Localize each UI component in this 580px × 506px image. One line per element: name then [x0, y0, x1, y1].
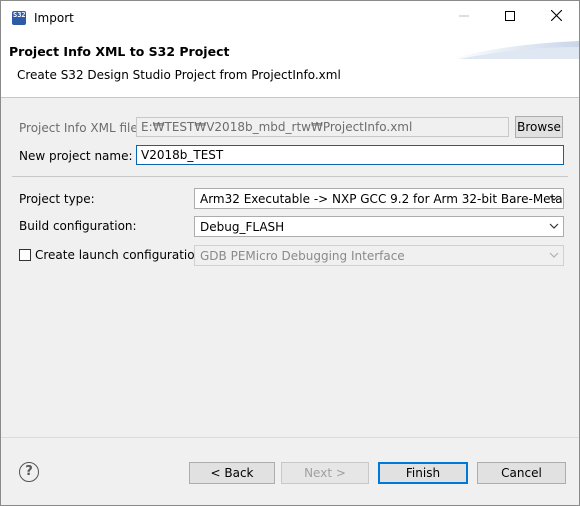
launch-config-checkbox[interactable] — [19, 249, 31, 261]
build-config-value: Debug_FLASH — [200, 220, 285, 234]
page-description: Create S32 Design Studio Project from Pr… — [17, 68, 341, 82]
project-name-label: New project name: — [19, 149, 133, 163]
project-type-label: Project type: — [19, 192, 95, 206]
finish-button[interactable]: Finish — [378, 462, 468, 484]
import-dialog: S32 Import Project Info XML to S32 Proje… — [0, 0, 580, 506]
s32-app-icon: S32 — [12, 11, 26, 25]
close-icon[interactable] — [533, 1, 579, 35]
wizard-header: Project Info XML to S32 Project Create S… — [1, 35, 579, 98]
xml-file-field: E:₩TEST₩V2018b_mbd_rtw₩ProjectInfo.xml — [136, 117, 509, 137]
chevron-down-icon — [549, 252, 559, 258]
cancel-button[interactable]: Cancel — [477, 462, 566, 484]
chevron-down-icon — [549, 223, 559, 229]
build-config-label: Build configuration: — [19, 219, 137, 233]
launch-config-value: GDB PEMicro Debugging Interface — [200, 249, 405, 263]
project-name-input[interactable]: V2018b_TEST — [136, 145, 564, 165]
project-type-select[interactable]: Arm32 Executable -> NXP GCC 9.2 for Arm … — [194, 188, 564, 209]
footer-divider — [1, 437, 579, 438]
next-button: Next > — [281, 462, 369, 484]
minimize-icon[interactable] — [441, 1, 487, 35]
maximize-icon[interactable] — [487, 1, 533, 35]
back-button[interactable]: < Back — [189, 462, 275, 484]
section-divider — [12, 176, 568, 177]
header-banner-graphic — [449, 35, 579, 59]
help-icon[interactable]: ? — [19, 462, 39, 482]
page-title: Project Info XML to S32 Project — [9, 44, 230, 59]
build-config-select[interactable]: Debug_FLASH — [194, 216, 564, 237]
launch-config-select: GDB PEMicro Debugging Interface — [194, 245, 564, 266]
chevron-down-icon — [549, 195, 559, 201]
project-type-value: Arm32 Executable -> NXP GCC 9.2 for Arm … — [200, 192, 564, 206]
browse-button[interactable]: Browse — [515, 116, 563, 138]
window-title: Import — [34, 11, 74, 25]
xml-file-label: Project Info XML file: — [19, 121, 142, 135]
launch-config-label[interactable]: Create launch configuration — [35, 248, 202, 262]
title-bar: S32 Import — [1, 1, 579, 35]
